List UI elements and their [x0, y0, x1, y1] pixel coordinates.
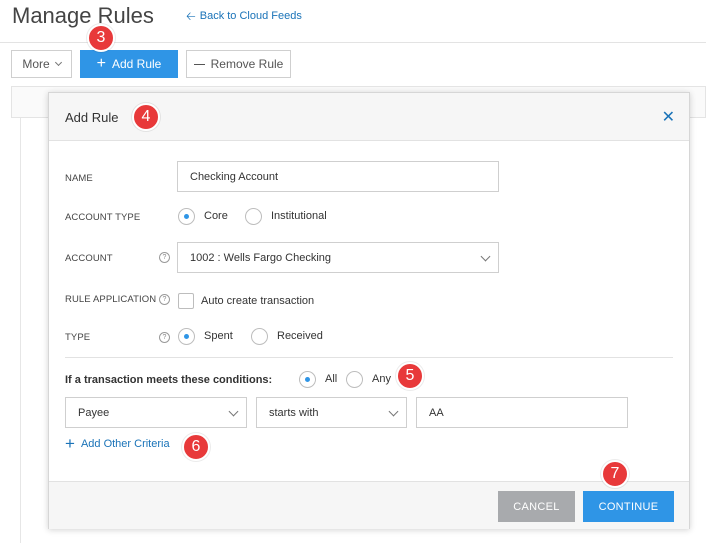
rules-table-border — [20, 118, 21, 543]
conditions-title: If a transaction meets these conditions: — [65, 374, 273, 386]
plus-icon: + — [65, 434, 75, 453]
minus-icon — [193, 63, 205, 65]
type-label: TYPE — [65, 332, 91, 343]
help-icon[interactable]: ? — [159, 252, 170, 263]
modal-title: Add Rule — [65, 110, 119, 125]
more-label: More — [22, 57, 50, 71]
annotation-badge-5: 5 — [396, 362, 424, 390]
account-type-core-radio[interactable] — [178, 208, 195, 225]
account-select[interactable]: 1002 : Wells Fargo Checking — [177, 242, 499, 273]
section-divider — [65, 357, 673, 358]
plus-icon: + — [96, 55, 106, 72]
account-type-label: ACCOUNT TYPE — [65, 212, 141, 223]
criteria-operator-select[interactable]: starts with — [256, 397, 407, 428]
name-input[interactable]: Checking Account — [177, 161, 499, 192]
account-type-core-label: Core — [204, 210, 228, 222]
rule-application-label: RULE APPLICATION — [65, 294, 157, 305]
annotation-badge-7: 7 — [601, 460, 629, 488]
add-other-criteria-link[interactable]: + Add Other Criteria — [65, 434, 170, 453]
match-all-radio[interactable] — [299, 371, 316, 388]
criteria-operator-value: starts with — [269, 406, 319, 419]
chevron-down-icon — [480, 251, 491, 262]
type-received-radio[interactable] — [251, 328, 268, 345]
add-other-criteria-label: Add Other Criteria — [80, 438, 170, 450]
back-link-label: Back to Cloud Feeds — [199, 10, 302, 22]
criteria-field-value: Payee — [78, 406, 110, 419]
help-icon[interactable]: ? — [159, 294, 170, 305]
add-rule-button[interactable]: + Add Rule — [80, 50, 178, 78]
auto-create-checkbox[interactable] — [178, 293, 194, 309]
more-dropdown-button[interactable]: More — [11, 50, 72, 78]
name-label: NAME — [65, 173, 93, 184]
close-icon[interactable]: ✕ — [662, 107, 675, 127]
help-icon[interactable]: ? — [159, 332, 170, 343]
page-title: Manage Rules — [12, 3, 154, 28]
chevron-down-icon — [54, 58, 62, 67]
match-any-radio[interactable] — [346, 371, 363, 388]
type-received-label: Received — [277, 330, 323, 342]
annotation-badge-6: 6 — [182, 433, 210, 461]
criteria-field-select[interactable]: Payee — [65, 397, 247, 428]
match-any-label: Any — [372, 373, 391, 385]
type-spent-radio[interactable] — [178, 328, 195, 345]
auto-create-label: Auto create transaction — [201, 295, 315, 307]
chevron-down-icon — [388, 406, 399, 417]
criteria-value-input[interactable]: AA — [416, 397, 628, 428]
account-type-institutional-label: Institutional — [271, 210, 327, 222]
account-select-value: 1002 : Wells Fargo Checking — [190, 251, 332, 264]
add-rule-label: Add Rule — [111, 57, 162, 71]
cancel-button[interactable]: CANCEL — [498, 491, 575, 522]
annotation-badge-3: 3 — [87, 24, 115, 52]
account-label: ACCOUNT — [65, 253, 113, 264]
modal-footer: CANCEL CONTINUE — [49, 481, 689, 529]
continue-button[interactable]: CONTINUE — [583, 491, 674, 522]
type-spent-label: Spent — [204, 330, 233, 342]
chevron-down-icon — [228, 406, 239, 417]
remove-rule-button[interactable]: Remove Rule — [186, 50, 291, 78]
remove-rule-label: Remove Rule — [210, 57, 284, 71]
arrow-left-icon: 🡠 — [186, 9, 196, 23]
back-to-cloud-feeds-link[interactable]: 🡠 Back to Cloud Feeds — [186, 10, 302, 22]
add-rule-modal: Add Rule ✕ NAME Checking Account ACCOUNT… — [48, 92, 690, 529]
annotation-badge-4: 4 — [132, 103, 160, 131]
match-all-label: All — [325, 373, 338, 385]
account-type-institutional-radio[interactable] — [245, 208, 262, 225]
